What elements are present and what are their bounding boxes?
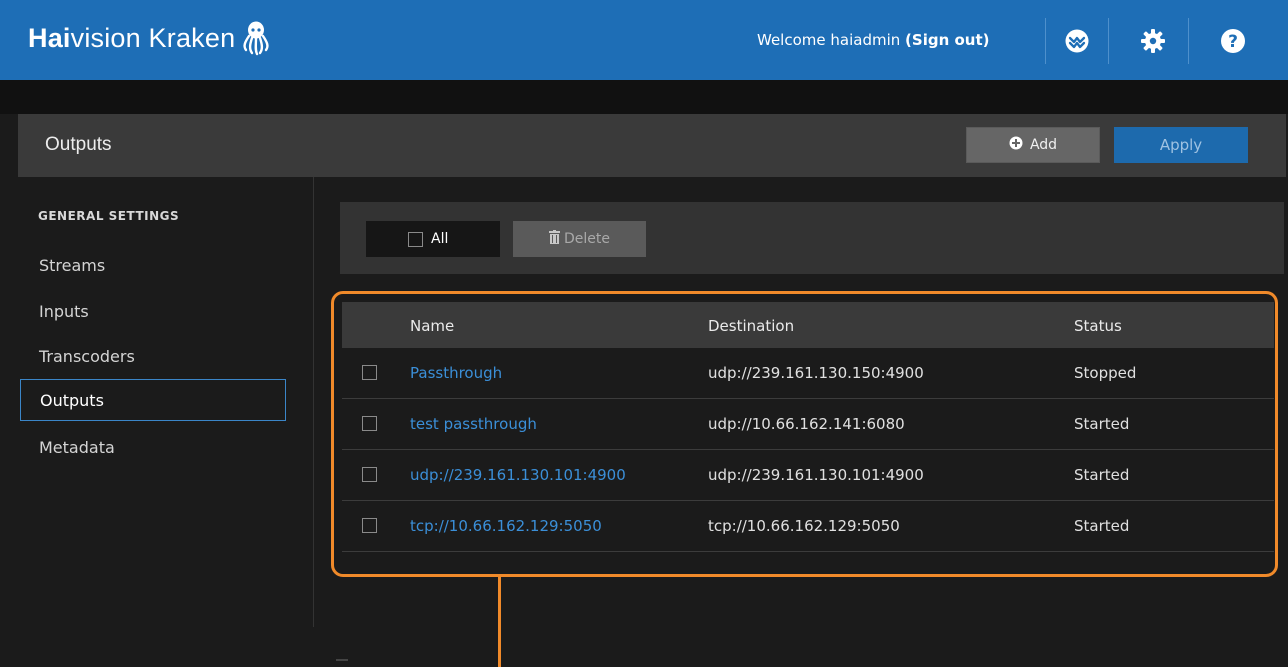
divider — [336, 659, 348, 661]
top-bar: Hai vision Kraken Welcome haiadmin (Sign … — [0, 0, 1288, 80]
help-icon[interactable]: ? — [1220, 28, 1246, 54]
brand-name-bold: Hai — [28, 22, 71, 53]
select-all-label: All — [431, 231, 449, 247]
output-name-link[interactable]: Passthrough — [410, 364, 502, 382]
row-checkbox[interactable] — [362, 416, 377, 431]
sidebar-item-label: Streams — [39, 255, 106, 275]
add-button-label: Add — [1029, 137, 1058, 153]
welcome-text: Welcome haiadmin — [757, 31, 901, 49]
output-destination: udp://10.66.162.141:6080 — [708, 415, 905, 433]
output-status: Started — [1074, 415, 1130, 433]
row-checkbox[interactable] — [362, 518, 377, 533]
top-spacer — [0, 80, 1288, 114]
sidebar: GENERAL SETTINGS Streams Inputs Transcod… — [18, 177, 314, 627]
row-checkbox[interactable] — [362, 365, 377, 380]
delete-button[interactable]: Delete — [513, 221, 646, 257]
output-destination: tcp://10.66.162.129:5050 — [708, 517, 900, 535]
brand-logo[interactable]: Hai vision Kraken — [28, 20, 271, 56]
select-all-checkbox[interactable] — [408, 231, 423, 247]
svg-text:?: ? — [1228, 32, 1238, 52]
plus-circle-icon — [1009, 136, 1023, 154]
output-destination: udp://239.161.130.150:4900 — [708, 364, 924, 382]
table-header: Name Destination Status — [342, 302, 1274, 348]
outputs-table-highlight: Name Destination Status Passthrough udp:… — [331, 291, 1278, 577]
status-icon[interactable] — [1064, 28, 1090, 54]
sidebar-item-metadata[interactable]: Metadata — [20, 426, 286, 468]
delete-button-label: Delete — [564, 231, 610, 247]
sidebar-item-label: Metadata — [39, 437, 115, 457]
sidebar-item-label: Transcoders — [39, 346, 135, 366]
row-checkbox[interactable] — [362, 467, 377, 482]
sidebar-heading: GENERAL SETTINGS — [38, 209, 180, 223]
sidebar-item-inputs[interactable]: Inputs — [20, 290, 286, 332]
divider — [1045, 18, 1046, 64]
gear-icon[interactable] — [1140, 28, 1166, 54]
table-row: udp://239.161.130.101:4900 udp://239.161… — [342, 450, 1274, 501]
output-name-link[interactable]: test passthrough — [410, 415, 537, 433]
output-name-link[interactable]: tcp://10.66.162.129:5050 — [410, 517, 602, 535]
page-title: Outputs — [45, 134, 112, 155]
divider — [1188, 18, 1189, 64]
table-row: Passthrough udp://239.161.130.150:4900 S… — [342, 348, 1274, 399]
add-button[interactable]: Add — [966, 127, 1100, 163]
sign-out-link[interactable]: (Sign out) — [905, 31, 989, 49]
page-header: Outputs Add Apply — [18, 114, 1286, 177]
sidebar-item-streams[interactable]: Streams — [20, 244, 286, 286]
column-header-name[interactable]: Name — [410, 317, 454, 335]
sidebar-item-outputs[interactable]: Outputs — [20, 379, 286, 421]
brand-name: vision Kraken — [70, 22, 236, 53]
callout-leader-line — [498, 577, 501, 667]
divider — [1108, 18, 1109, 64]
column-header-destination[interactable]: Destination — [708, 317, 794, 335]
select-all-button[interactable]: All — [366, 221, 500, 257]
welcome-message: Welcome haiadmin (Sign out) — [757, 31, 989, 49]
sidebar-item-label: Inputs — [39, 301, 89, 321]
table-row: tcp://10.66.162.129:5050 tcp://10.66.162… — [342, 501, 1274, 552]
sidebar-item-transcoders[interactable]: Transcoders — [20, 335, 286, 377]
output-name-link[interactable]: udp://239.161.130.101:4900 — [410, 466, 626, 484]
sidebar-item-label: Outputs — [40, 390, 104, 410]
output-status: Stopped — [1074, 364, 1137, 382]
table-toolbar: All Delete — [340, 202, 1284, 274]
table-row: test passthrough udp://10.66.162.141:608… — [342, 399, 1274, 450]
apply-button[interactable]: Apply — [1114, 127, 1248, 163]
output-status: Started — [1074, 517, 1130, 535]
octopus-logo-icon — [241, 20, 271, 56]
column-header-status[interactable]: Status — [1074, 317, 1122, 335]
trash-icon — [549, 230, 560, 248]
output-destination: udp://239.161.130.101:4900 — [708, 466, 924, 484]
output-status: Started — [1074, 466, 1130, 484]
